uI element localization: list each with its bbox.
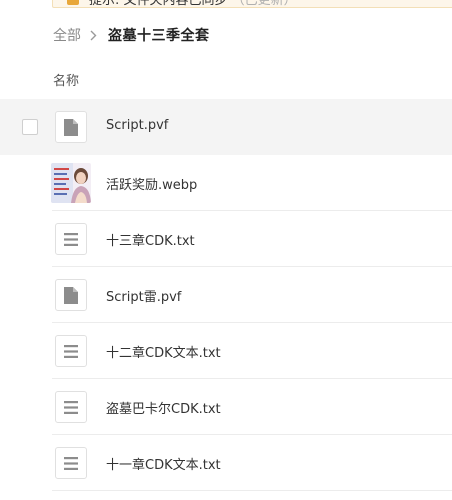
file-row[interactable]: 活跃奖励.webp	[0, 155, 452, 211]
row-checkbox[interactable]	[22, 119, 38, 135]
breadcrumb-root-link[interactable]: 全部	[53, 25, 81, 45]
generic-file-icon	[55, 279, 87, 311]
file-name[interactable]: 十二章CDK文本.txt	[106, 342, 221, 361]
file-name[interactable]: 十一章CDK文本.txt	[106, 454, 221, 473]
breadcrumb-current-folder: 盗墓十三季全套	[108, 28, 210, 44]
file-row[interactable]: 十三章CDK.txt	[0, 211, 452, 267]
file-name[interactable]: Script雷.pvf	[106, 286, 181, 305]
text-file-icon	[55, 335, 87, 367]
text-file-icon	[55, 447, 87, 479]
notice-text: 提示: 文件夹内容已同步 （已更新）	[89, 0, 297, 8]
notice-bar: 提示: 文件夹内容已同步 （已更新）	[52, 0, 452, 8]
file-row[interactable]: 十二章CDK文本.txt	[0, 323, 452, 379]
generic-file-icon	[55, 111, 87, 143]
notice-muted-text: （已更新）	[231, 0, 297, 8]
chevron-right-icon	[90, 30, 97, 41]
file-name[interactable]: 十三章CDK.txt	[106, 230, 195, 249]
file-name[interactable]: 盗墓巴卡尔CDK.txt	[106, 398, 221, 417]
file-browser-page: 提示: 文件夹内容已同步 （已更新） 全部 盗墓十三季全套 名称 Script.…	[0, 0, 452, 500]
text-file-icon	[55, 223, 87, 255]
file-row[interactable]: Script雷.pvf	[0, 267, 452, 323]
file-row[interactable]: 十一章CDK文本.txt	[0, 435, 452, 491]
image-thumbnail-icon	[51, 163, 91, 203]
name-column-header[interactable]: 名称	[53, 70, 79, 89]
file-name[interactable]: 活跃奖励.webp	[106, 174, 197, 193]
file-row[interactable]: Script.pvf	[0, 99, 452, 155]
file-name[interactable]: Script.pvf	[106, 118, 168, 133]
notice-message: 提示: 文件夹内容已同步	[89, 0, 228, 8]
warning-icon	[67, 0, 79, 5]
file-row[interactable]: 盗墓巴卡尔CDK.txt	[0, 379, 452, 435]
text-file-icon	[55, 391, 87, 423]
row-divider	[52, 490, 452, 491]
breadcrumb: 全部 盗墓十三季全套	[53, 25, 210, 45]
